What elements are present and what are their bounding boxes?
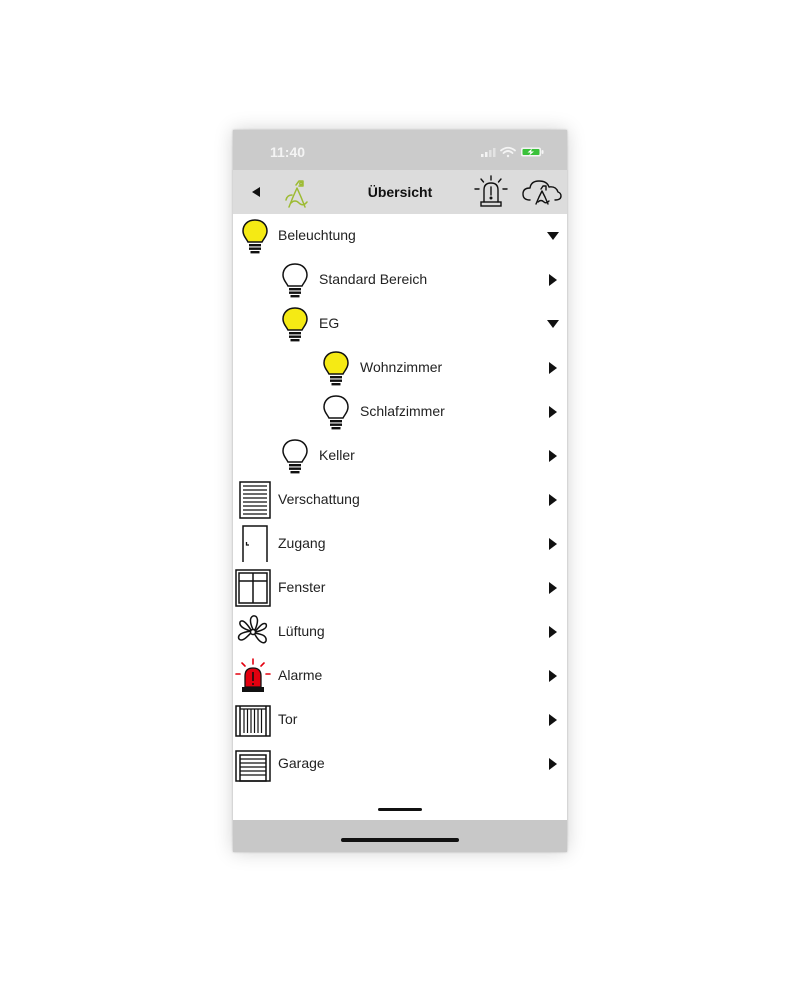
tree-item-label: EG	[319, 315, 340, 331]
status-bar: 11:40	[233, 130, 567, 170]
status-time: 11:40	[270, 144, 306, 160]
lightbulb-off-icon	[282, 263, 308, 298]
bottom-bar	[233, 820, 567, 852]
category-tree: Beleuchtung Standard Bereich EG Wohnzimm…	[233, 214, 567, 792]
tree-item-label: Keller	[319, 447, 355, 463]
alarm-light-icon	[235, 658, 271, 692]
chevron-right-icon	[549, 450, 557, 462]
gate-icon	[235, 705, 271, 737]
lightbulb-on-icon	[282, 307, 308, 342]
chevron-right-icon	[549, 758, 557, 770]
cellular-signal-icon	[481, 148, 496, 157]
chevron-right-icon	[549, 494, 557, 506]
alarm-siren-icon[interactable]	[473, 175, 509, 209]
phone-screen: 11:40 Übersicht Beleuchtung Standard Ber…	[233, 130, 567, 852]
garage-icon	[235, 750, 271, 782]
tree-item-lueftung[interactable]: Lüftung	[233, 610, 567, 654]
chevron-right-icon	[549, 582, 557, 594]
scroll-indicator[interactable]	[378, 808, 422, 811]
tree-item-label: Garage	[278, 755, 325, 771]
chevron-right-icon	[549, 714, 557, 726]
tree-item-label: Beleuchtung	[278, 227, 356, 243]
wifi-icon	[500, 146, 516, 158]
cloud-sync-icon[interactable]	[521, 177, 563, 207]
tree-item-fenster[interactable]: Fenster	[233, 566, 567, 610]
chevron-right-icon	[549, 626, 557, 638]
window-icon	[235, 569, 271, 607]
tree-item-label: Tor	[278, 711, 298, 727]
chevron-right-icon	[549, 274, 557, 286]
tree-item-label: Schlafzimmer	[360, 403, 445, 419]
chevron-down-icon	[547, 320, 559, 328]
page-title: Übersicht	[367, 184, 433, 200]
chevron-down-icon	[547, 232, 559, 240]
tree-item-label: Fenster	[278, 579, 326, 595]
chevron-right-icon	[549, 538, 557, 550]
status-icons	[481, 146, 544, 158]
battery-charging-icon	[521, 147, 544, 157]
home-indicator[interactable]	[341, 838, 459, 842]
tree-item-label: Zugang	[278, 535, 326, 551]
navigation-bar: Übersicht	[233, 170, 567, 214]
lightbulb-off-icon	[282, 439, 308, 474]
tree-item-garage[interactable]: Garage	[233, 742, 567, 786]
tree-item-verschattung[interactable]: Verschattung	[233, 478, 567, 522]
tree-item-eg[interactable]: EG	[233, 302, 567, 346]
tree-item-zugang[interactable]: Zugang	[233, 522, 567, 566]
lightbulb-on-icon	[323, 351, 349, 386]
tree-item-keller[interactable]: Keller	[233, 434, 567, 478]
tree-item-beleuchtung[interactable]: Beleuchtung	[233, 214, 567, 258]
tree-item-label: Alarme	[278, 667, 323, 683]
fan-icon	[237, 615, 268, 644]
chevron-right-icon	[549, 362, 557, 374]
chevron-right-icon	[549, 406, 557, 418]
tree-item-schlafzimmer[interactable]: Schlafzimmer	[233, 390, 567, 434]
tree-item-label: Lüftung	[278, 623, 325, 639]
tree-item-wohnzimmer[interactable]: Wohnzimmer	[233, 346, 567, 390]
tree-item-label: Verschattung	[278, 491, 360, 507]
lightbulb-off-icon	[323, 395, 349, 430]
tree-item-label: Wohnzimmer	[360, 359, 443, 375]
tree-item-standard-bereich[interactable]: Standard Bereich	[233, 258, 567, 302]
tree-item-alarme[interactable]: Alarme	[233, 654, 567, 698]
tree-item-label: Standard Bereich	[319, 271, 428, 287]
shutter-icon	[239, 481, 271, 519]
tree-item-tor[interactable]: Tor	[233, 698, 567, 742]
chevron-right-icon	[549, 670, 557, 682]
lightbulb-on-icon	[242, 219, 268, 254]
door-icon	[242, 525, 268, 562]
